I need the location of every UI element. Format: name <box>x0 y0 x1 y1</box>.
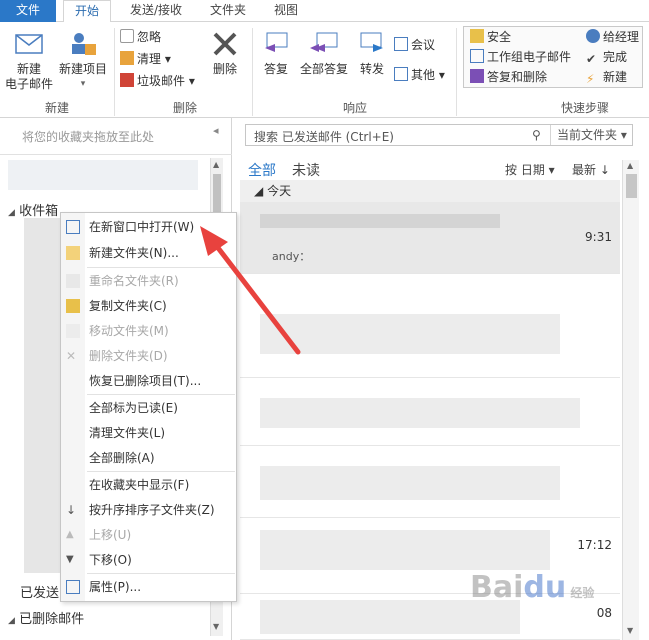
baidu-watermark-logo: Baidu 经验 <box>470 570 595 605</box>
annotation-arrow-icon <box>200 226 301 355</box>
